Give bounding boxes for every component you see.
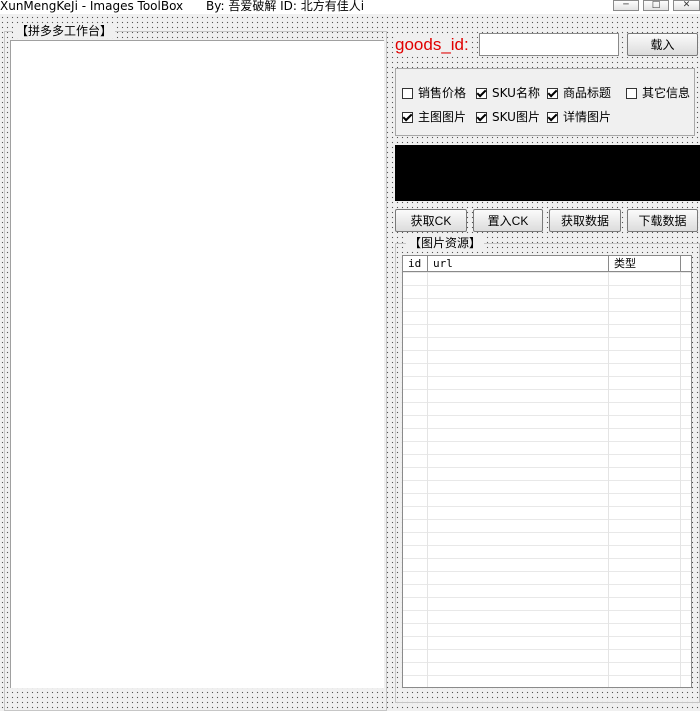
- column-divider: [680, 272, 681, 687]
- checkbox[interactable]: [402, 112, 413, 123]
- column-header-type[interactable]: 类型: [609, 256, 681, 272]
- window-byline: By: 吾爱破解 ID: 北方有佳人i: [206, 0, 365, 13]
- load-button[interactable]: 载入: [627, 33, 698, 56]
- option-label: 商品标题: [563, 86, 612, 100]
- column-divider: [427, 272, 428, 687]
- checkbox[interactable]: [626, 88, 637, 99]
- checkbox[interactable]: [476, 112, 487, 123]
- column-header-id[interactable]: id: [403, 256, 428, 272]
- option-sku-images[interactable]: SKU图片: [476, 110, 540, 124]
- column-divider: [608, 272, 609, 687]
- title-bar: XunMengKeJi - Images ToolBox By: 吾爱破解 ID…: [0, 0, 700, 14]
- window-title: XunMengKeJi - Images ToolBox: [0, 0, 184, 13]
- column-header-url[interactable]: url: [428, 256, 609, 272]
- goods-id-label: goods_id:: [395, 35, 469, 55]
- goods-id-input[interactable]: [479, 33, 619, 56]
- image-resources-list[interactable]: id url 类型: [402, 255, 692, 688]
- maximize-icon[interactable]: □: [643, 0, 669, 11]
- minimize-icon[interactable]: ─: [613, 0, 639, 11]
- option-sale-price[interactable]: 销售价格: [402, 86, 466, 100]
- log-output-panel: [395, 145, 700, 201]
- checkbox[interactable]: [476, 88, 487, 99]
- option-other-info[interactable]: 其它信息: [626, 86, 690, 100]
- workbench-webview[interactable]: [10, 40, 384, 688]
- option-main-images[interactable]: 主图图片: [402, 110, 466, 124]
- set-ck-button[interactable]: 置入CK: [473, 209, 543, 232]
- options-panel: 销售价格 SKU名称 商品标题 其它信息 主图图片 SKU图片 详情图片: [395, 68, 695, 136]
- fetch-data-button[interactable]: 获取数据: [549, 209, 621, 232]
- close-icon[interactable]: ✕: [673, 0, 700, 11]
- download-data-button[interactable]: 下载数据: [627, 209, 698, 232]
- option-detail-images[interactable]: 详情图片: [547, 110, 611, 124]
- option-product-title[interactable]: 商品标题: [547, 86, 611, 100]
- column-header-filler: [681, 256, 691, 272]
- option-label: 详情图片: [563, 110, 612, 124]
- image-resources-legend: 【图片资源】: [406, 236, 485, 250]
- option-label: SKU名称: [492, 86, 540, 100]
- option-sku-name[interactable]: SKU名称: [476, 86, 540, 100]
- option-label: 主图图片: [418, 110, 467, 124]
- option-label: 其它信息: [642, 86, 691, 100]
- checkbox[interactable]: [547, 112, 558, 123]
- workbench-legend: 【拼多多工作台】: [13, 24, 116, 38]
- checkbox[interactable]: [547, 88, 558, 99]
- option-label: SKU图片: [492, 110, 540, 124]
- checkbox[interactable]: [402, 88, 413, 99]
- get-ck-button[interactable]: 获取CK: [395, 209, 467, 232]
- option-label: 销售价格: [418, 86, 467, 100]
